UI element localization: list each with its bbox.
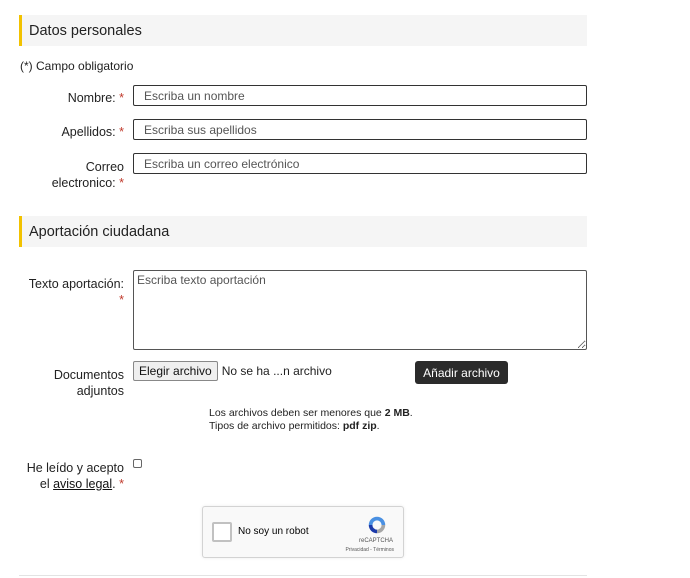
recaptcha-brand: reCAPTCHA [358, 538, 393, 544]
correo-label: Correo electronico: * [51, 160, 124, 190]
recaptcha-links[interactable]: Privacidad - Términos [345, 547, 394, 553]
required-note: (*) Campo obligatorio [20, 59, 134, 73]
file-input[interactable]: Elegir archivo No se ha ...n archivo [133, 361, 332, 381]
legal-checkbox[interactable] [133, 459, 142, 468]
recaptcha-label: No soy un robot [238, 526, 309, 537]
file-size-hint: Los archivos deben ser menores que 2 MB. [209, 407, 413, 419]
legal-label: He leído y acepto el aviso legal. * [26, 461, 124, 491]
apellidos-label: Apellidos: * [61, 125, 124, 139]
documentos-label: Documentos adjuntos [53, 368, 124, 398]
texto-textarea[interactable] [133, 270, 587, 350]
required-mark: * [119, 91, 124, 105]
nombre-input[interactable] [133, 85, 587, 106]
required-mark: * [119, 125, 124, 139]
recaptcha-checkbox[interactable] [212, 522, 232, 542]
texto-label: Texto aportación: * [28, 277, 124, 307]
required-mark: * [119, 477, 124, 491]
section-header-contribution: Aportación ciudadana [19, 216, 587, 247]
required-mark: * [119, 293, 124, 307]
recaptcha-icon [368, 516, 386, 534]
correo-input[interactable] [133, 153, 587, 174]
nombre-label: Nombre: * [67, 91, 124, 105]
apellidos-input[interactable] [133, 119, 587, 140]
legal-link[interactable]: aviso legal [53, 477, 112, 491]
choose-file-button[interactable]: Elegir archivo [133, 361, 218, 381]
file-status: No se ha ...n archivo [221, 364, 332, 378]
add-file-button[interactable]: Añadir archivo [415, 361, 508, 384]
section-header-personal: Datos personales [19, 15, 587, 46]
file-type-hint: Tipos de archivo permitidos: pdf zip. [209, 420, 380, 432]
divider [19, 575, 587, 576]
section-title: Datos personales [29, 22, 142, 39]
recaptcha-widget: No soy un robot reCAPTCHA Privacidad - T… [202, 506, 404, 558]
required-mark: * [119, 176, 124, 190]
section-title: Aportación ciudadana [29, 223, 170, 240]
